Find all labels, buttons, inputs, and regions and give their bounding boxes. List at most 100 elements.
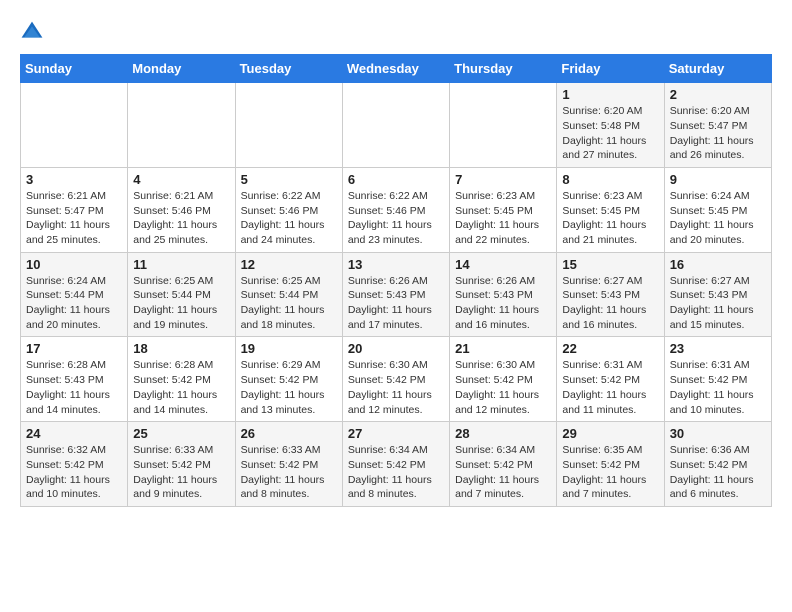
day-info-19: Sunrise: 6:29 AM Sunset: 5:42 PM Dayligh… <box>241 358 337 417</box>
day-cell-16: 16 Sunrise: 6:27 AM Sunset: 5:43 PM Dayli… <box>664 252 771 337</box>
calendar-table: SundayMondayTuesdayWednesdayThursdayFrid… <box>20 54 772 507</box>
header-thursday: Thursday <box>450 55 557 83</box>
day-cell-13: 13Sunrise: 6:26 AM Sunset: 5:43 PM Dayli… <box>342 252 449 337</box>
empty-cell <box>235 83 342 168</box>
week-row-1: 3 Sunrise: 6:21 AM Sunset: 5:47 PM Daylig… <box>21 167 772 252</box>
day-cell-6: 6 Sunrise: 6:22 AM Sunset: 5:46 PM Daylig… <box>342 167 449 252</box>
empty-cell <box>342 83 449 168</box>
empty-cell <box>21 83 128 168</box>
day-number-23: 23 <box>670 341 766 356</box>
day-info-29: Sunrise: 6:35 AM Sunset: 5:42 PM Dayligh… <box>562 443 658 502</box>
day-cell-18: 18 Sunrise: 6:28 AM Sunset: 5:42 PM Dayli… <box>128 337 235 422</box>
page-header <box>20 20 772 44</box>
day-info-4: Sunrise: 6:21 AM Sunset: 5:46 PM Dayligh… <box>133 189 229 248</box>
day-info-7: Sunrise: 6:23 AM Sunset: 5:45 PM Dayligh… <box>455 189 551 248</box>
day-cell-4: 4 Sunrise: 6:21 AM Sunset: 5:46 PM Daylig… <box>128 167 235 252</box>
day-number-3: 3 <box>26 172 122 187</box>
day-info-12: Sunrise: 6:25 AM Sunset: 5:44 PM Dayligh… <box>241 274 337 333</box>
day-cell-21: 21 Sunrise: 6:30 AM Sunset: 5:42 PM Dayli… <box>450 337 557 422</box>
day-number-13: 13 <box>348 257 444 272</box>
day-number-29: 29 <box>562 426 658 441</box>
day-info-21: Sunrise: 6:30 AM Sunset: 5:42 PM Dayligh… <box>455 358 551 417</box>
day-cell-15: 15 Sunrise: 6:27 AM Sunset: 5:43 PM Dayli… <box>557 252 664 337</box>
empty-cell <box>128 83 235 168</box>
day-info-27: Sunrise: 6:34 AM Sunset: 5:42 PM Dayligh… <box>348 443 444 502</box>
header-monday: Monday <box>128 55 235 83</box>
day-info-17: Sunrise: 6:28 AM Sunset: 5:43 PM Dayligh… <box>26 358 122 417</box>
week-row-0: 1 Sunrise: 6:20 AM Sunset: 5:48 PM Daylig… <box>21 83 772 168</box>
day-cell-10: 10 Sunrise: 6:24 AM Sunset: 5:44 PM Dayli… <box>21 252 128 337</box>
header-tuesday: Tuesday <box>235 55 342 83</box>
day-info-11: Sunrise: 6:25 AM Sunset: 5:44 PM Dayligh… <box>133 274 229 333</box>
day-cell-3: 3 Sunrise: 6:21 AM Sunset: 5:47 PM Daylig… <box>21 167 128 252</box>
day-number-9: 9 <box>670 172 766 187</box>
day-cell-8: 8 Sunrise: 6:23 AM Sunset: 5:45 PM Daylig… <box>557 167 664 252</box>
calendar-header: SundayMondayTuesdayWednesdayThursdayFrid… <box>21 55 772 83</box>
logo-icon <box>20 20 44 44</box>
day-info-5: Sunrise: 6:22 AM Sunset: 5:46 PM Dayligh… <box>241 189 337 248</box>
header-sunday: Sunday <box>21 55 128 83</box>
day-cell-25: 25 Sunrise: 6:33 AM Sunset: 5:42 PM Dayli… <box>128 422 235 507</box>
day-number-18: 18 <box>133 341 229 356</box>
day-cell-5: 5 Sunrise: 6:22 AM Sunset: 5:46 PM Daylig… <box>235 167 342 252</box>
day-info-28: Sunrise: 6:34 AM Sunset: 5:42 PM Dayligh… <box>455 443 551 502</box>
day-number-28: 28 <box>455 426 551 441</box>
day-cell-11: 11 Sunrise: 6:25 AM Sunset: 5:44 PM Dayli… <box>128 252 235 337</box>
week-row-4: 24 Sunrise: 6:32 AM Sunset: 5:42 PM Dayli… <box>21 422 772 507</box>
calendar-body: 1 Sunrise: 6:20 AM Sunset: 5:48 PM Daylig… <box>21 83 772 507</box>
day-cell-17: 17 Sunrise: 6:28 AM Sunset: 5:43 PM Dayli… <box>21 337 128 422</box>
day-info-3: Sunrise: 6:21 AM Sunset: 5:47 PM Dayligh… <box>26 189 122 248</box>
day-cell-19: 19 Sunrise: 6:29 AM Sunset: 5:42 PM Dayli… <box>235 337 342 422</box>
header-saturday: Saturday <box>664 55 771 83</box>
day-info-6: Sunrise: 6:22 AM Sunset: 5:46 PM Dayligh… <box>348 189 444 248</box>
day-cell-29: 29 Sunrise: 6:35 AM Sunset: 5:42 PM Dayli… <box>557 422 664 507</box>
day-info-15: Sunrise: 6:27 AM Sunset: 5:43 PM Dayligh… <box>562 274 658 333</box>
day-number-12: 12 <box>241 257 337 272</box>
header-wednesday: Wednesday <box>342 55 449 83</box>
day-number-7: 7 <box>455 172 551 187</box>
day-info-10: Sunrise: 6:24 AM Sunset: 5:44 PM Dayligh… <box>26 274 122 333</box>
day-info-1: Sunrise: 6:20 AM Sunset: 5:48 PM Dayligh… <box>562 104 658 163</box>
empty-cell <box>450 83 557 168</box>
day-info-18: Sunrise: 6:28 AM Sunset: 5:42 PM Dayligh… <box>133 358 229 417</box>
day-number-16: 16 <box>670 257 766 272</box>
day-info-2: Sunrise: 6:20 AM Sunset: 5:47 PM Dayligh… <box>670 104 766 163</box>
day-cell-26: 26Sunrise: 6:33 AM Sunset: 5:42 PM Dayli… <box>235 422 342 507</box>
day-info-8: Sunrise: 6:23 AM Sunset: 5:45 PM Dayligh… <box>562 189 658 248</box>
week-row-2: 10 Sunrise: 6:24 AM Sunset: 5:44 PM Dayli… <box>21 252 772 337</box>
day-number-8: 8 <box>562 172 658 187</box>
day-cell-1: 1 Sunrise: 6:20 AM Sunset: 5:48 PM Daylig… <box>557 83 664 168</box>
logo <box>20 20 48 44</box>
day-info-16: Sunrise: 6:27 AM Sunset: 5:43 PM Dayligh… <box>670 274 766 333</box>
day-number-25: 25 <box>133 426 229 441</box>
day-info-30: Sunrise: 6:36 AM Sunset: 5:42 PM Dayligh… <box>670 443 766 502</box>
day-number-10: 10 <box>26 257 122 272</box>
day-number-6: 6 <box>348 172 444 187</box>
day-number-1: 1 <box>562 87 658 102</box>
day-cell-30: 30Sunrise: 6:36 AM Sunset: 5:42 PM Dayli… <box>664 422 771 507</box>
day-cell-28: 28 Sunrise: 6:34 AM Sunset: 5:42 PM Dayli… <box>450 422 557 507</box>
day-cell-9: 9Sunrise: 6:24 AM Sunset: 5:45 PM Daylig… <box>664 167 771 252</box>
day-number-20: 20 <box>348 341 444 356</box>
day-cell-2: 2Sunrise: 6:20 AM Sunset: 5:47 PM Daylig… <box>664 83 771 168</box>
day-number-15: 15 <box>562 257 658 272</box>
day-number-27: 27 <box>348 426 444 441</box>
day-number-19: 19 <box>241 341 337 356</box>
day-number-26: 26 <box>241 426 337 441</box>
day-cell-27: 27 Sunrise: 6:34 AM Sunset: 5:42 PM Dayli… <box>342 422 449 507</box>
day-number-5: 5 <box>241 172 337 187</box>
day-number-24: 24 <box>26 426 122 441</box>
day-info-23: Sunrise: 6:31 AM Sunset: 5:42 PM Dayligh… <box>670 358 766 417</box>
day-cell-12: 12 Sunrise: 6:25 AM Sunset: 5:44 PM Dayli… <box>235 252 342 337</box>
day-info-24: Sunrise: 6:32 AM Sunset: 5:42 PM Dayligh… <box>26 443 122 502</box>
day-info-25: Sunrise: 6:33 AM Sunset: 5:42 PM Dayligh… <box>133 443 229 502</box>
week-row-3: 17 Sunrise: 6:28 AM Sunset: 5:43 PM Dayli… <box>21 337 772 422</box>
day-number-11: 11 <box>133 257 229 272</box>
day-info-14: Sunrise: 6:26 AM Sunset: 5:43 PM Dayligh… <box>455 274 551 333</box>
day-number-21: 21 <box>455 341 551 356</box>
day-cell-7: 7 Sunrise: 6:23 AM Sunset: 5:45 PM Daylig… <box>450 167 557 252</box>
day-cell-22: 22Sunrise: 6:31 AM Sunset: 5:42 PM Dayli… <box>557 337 664 422</box>
day-cell-24: 24 Sunrise: 6:32 AM Sunset: 5:42 PM Dayli… <box>21 422 128 507</box>
day-number-4: 4 <box>133 172 229 187</box>
day-number-17: 17 <box>26 341 122 356</box>
